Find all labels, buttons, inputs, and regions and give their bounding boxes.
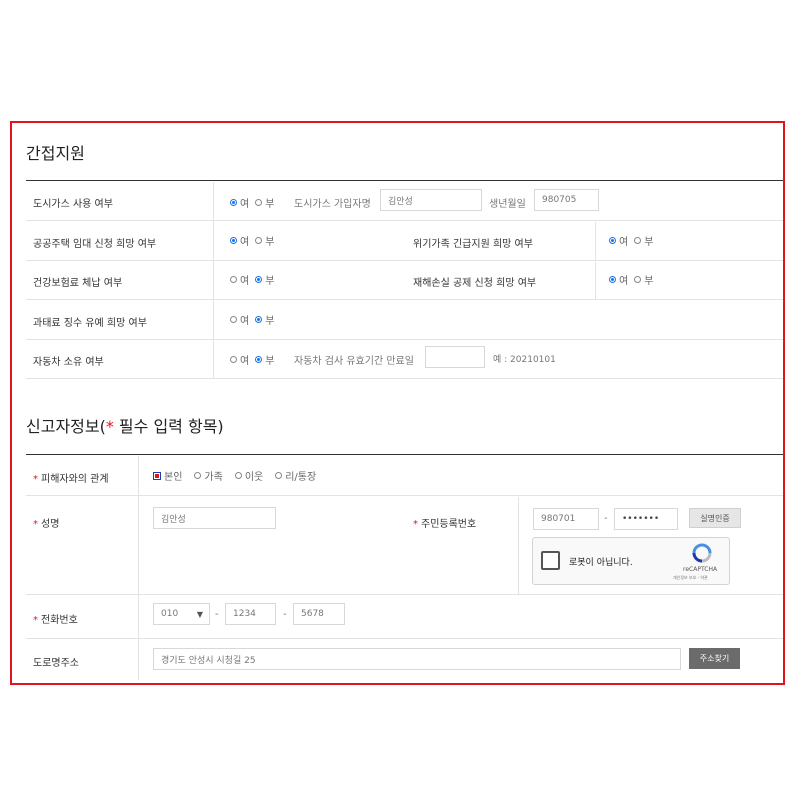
gas-usage-label: 도시가스 사용 여부 bbox=[33, 199, 113, 210]
crisis-support-label: 위기가족 긴급지원 희망 여부 bbox=[413, 239, 533, 250]
radio-checked-icon bbox=[255, 356, 263, 363]
birthdate-input[interactable]: 980705 bbox=[534, 189, 599, 211]
car-inspection-input[interactable] bbox=[425, 346, 485, 368]
address-search-button[interactable]: 주소찾기 bbox=[689, 648, 740, 669]
relation-option-family[interactable]: 가족 bbox=[194, 468, 223, 483]
radio-unchecked-icon bbox=[234, 472, 242, 479]
phone-mid-input[interactable]: 1234 bbox=[225, 603, 276, 625]
car-ownership-no[interactable]: 부 bbox=[255, 352, 274, 367]
radio-checked-icon bbox=[255, 316, 263, 323]
phone-label: * 전화번호 bbox=[33, 615, 78, 626]
verify-name-button[interactable]: 실명인증 bbox=[689, 508, 741, 528]
radio-checked-icon bbox=[230, 237, 237, 244]
public-housing-radio-group: 여 부 bbox=[230, 233, 280, 248]
rrn-back-input[interactable]: ••••••• bbox=[614, 508, 678, 530]
recaptcha-widget: 로봇이 아닙니다. reCAPTCHA 개인정보 보호 - 약관 bbox=[532, 537, 730, 585]
radio-unchecked-icon bbox=[255, 237, 263, 244]
public-housing-label: 공공주택 임대 신청 희망 여부 bbox=[33, 239, 157, 250]
radio-unchecked-icon bbox=[634, 276, 642, 283]
radio-unchecked-icon bbox=[634, 237, 642, 244]
car-ownership-yes[interactable]: 여 bbox=[230, 352, 249, 367]
recaptcha-links[interactable]: 개인정보 보호 - 약관 bbox=[673, 575, 708, 581]
rrn-front-input[interactable]: 980701 bbox=[533, 508, 599, 530]
gas-usage-yes[interactable]: 여 bbox=[230, 195, 249, 210]
birthdate-label: 생년월일 bbox=[489, 199, 526, 210]
radio-checked-icon bbox=[153, 471, 161, 480]
car-inspection-label: 자동차 검사 유효기간 만료일 bbox=[294, 356, 414, 367]
phone-dash: - bbox=[283, 609, 287, 620]
radio-checked-icon bbox=[255, 276, 263, 283]
penalty-deferral-label: 과태료 징수 유예 희망 여부 bbox=[33, 318, 147, 329]
health-insurance-yes[interactable]: 여 bbox=[230, 272, 249, 287]
disaster-deduction-label: 재해손실 공제 신청 희망 여부 bbox=[413, 278, 537, 289]
relation-label: * 피해자와의 관계 bbox=[33, 474, 109, 485]
address-label: 도로명주소 bbox=[33, 658, 79, 669]
penalty-deferral-yes[interactable]: 여 bbox=[230, 312, 249, 327]
radio-unchecked-icon bbox=[230, 356, 237, 363]
rrn-label: * 주민등록번호 bbox=[413, 519, 477, 530]
car-ownership-radio-group: 여 부 bbox=[230, 352, 280, 367]
name-label: * 성명 bbox=[33, 519, 60, 530]
relation-option-neighbor[interactable]: 이웃 bbox=[234, 468, 263, 483]
public-housing-no[interactable]: 부 bbox=[255, 233, 274, 248]
section-title-reporter-info: 신고자정보(* 필수 입력 항목) bbox=[26, 417, 224, 436]
radio-unchecked-icon bbox=[230, 276, 237, 283]
car-inspection-example: 예 : 20210101 bbox=[493, 355, 556, 365]
radio-unchecked-icon bbox=[275, 472, 283, 479]
section-divider bbox=[26, 454, 783, 455]
phone-dash: - bbox=[215, 609, 219, 620]
recaptcha-logo-icon bbox=[692, 543, 712, 563]
disaster-deduction-no[interactable]: 부 bbox=[634, 272, 653, 287]
name-input[interactable]: 김안성 bbox=[153, 507, 276, 529]
relation-radio-group: 본인 가족 이웃 리/통장 bbox=[153, 468, 322, 483]
rrn-dash: - bbox=[604, 513, 608, 524]
health-insurance-label: 건강보험료 체납 여부 bbox=[33, 278, 123, 289]
radio-unchecked-icon bbox=[230, 316, 237, 323]
chevron-down-icon: ▼ bbox=[196, 610, 203, 619]
crisis-support-no[interactable]: 부 bbox=[634, 233, 653, 248]
crisis-support-yes[interactable]: 여 bbox=[609, 233, 628, 248]
radio-unchecked-icon bbox=[255, 199, 263, 206]
relation-option-village-head[interactable]: 리/통장 bbox=[275, 468, 316, 483]
penalty-deferral-no[interactable]: 부 bbox=[255, 312, 274, 327]
car-ownership-label: 자동차 소유 여부 bbox=[33, 357, 104, 368]
crisis-support-radio-group: 여 부 bbox=[609, 233, 659, 248]
section-divider bbox=[26, 180, 783, 181]
gas-subscriber-label: 도시가스 가입자명 bbox=[294, 199, 371, 210]
radio-checked-icon bbox=[230, 199, 237, 206]
required-star: * bbox=[105, 417, 114, 436]
radio-checked-icon bbox=[609, 237, 616, 244]
penalty-deferral-radio-group: 여 부 bbox=[230, 312, 280, 327]
recaptcha-checkbox[interactable] bbox=[541, 551, 560, 570]
phone-last-input[interactable]: 5678 bbox=[293, 603, 345, 625]
recaptcha-text: 로봇이 아닙니다. bbox=[569, 558, 633, 568]
health-insurance-radio-group: 여 부 bbox=[230, 272, 280, 287]
gas-usage-radio-group: 여 부 bbox=[230, 195, 280, 210]
recaptcha-brand: reCAPTCHA bbox=[683, 566, 718, 573]
disaster-deduction-radio-group: 여 부 bbox=[609, 272, 659, 287]
disaster-deduction-yes[interactable]: 여 bbox=[609, 272, 628, 287]
gas-subscriber-input[interactable]: 김안성 bbox=[380, 189, 482, 211]
radio-unchecked-icon bbox=[194, 472, 202, 479]
gas-usage-no[interactable]: 부 bbox=[255, 195, 274, 210]
phone-prefix-select[interactable]: 010 ▼ bbox=[153, 603, 210, 625]
address-input[interactable]: 경기도 안성시 시청길 25 bbox=[153, 648, 681, 670]
radio-checked-icon bbox=[609, 276, 616, 283]
public-housing-yes[interactable]: 여 bbox=[230, 233, 249, 248]
relation-option-self[interactable]: 본인 bbox=[153, 468, 182, 483]
section-title-indirect-support: 간접지원 bbox=[26, 144, 85, 163]
health-insurance-no[interactable]: 부 bbox=[255, 272, 274, 287]
